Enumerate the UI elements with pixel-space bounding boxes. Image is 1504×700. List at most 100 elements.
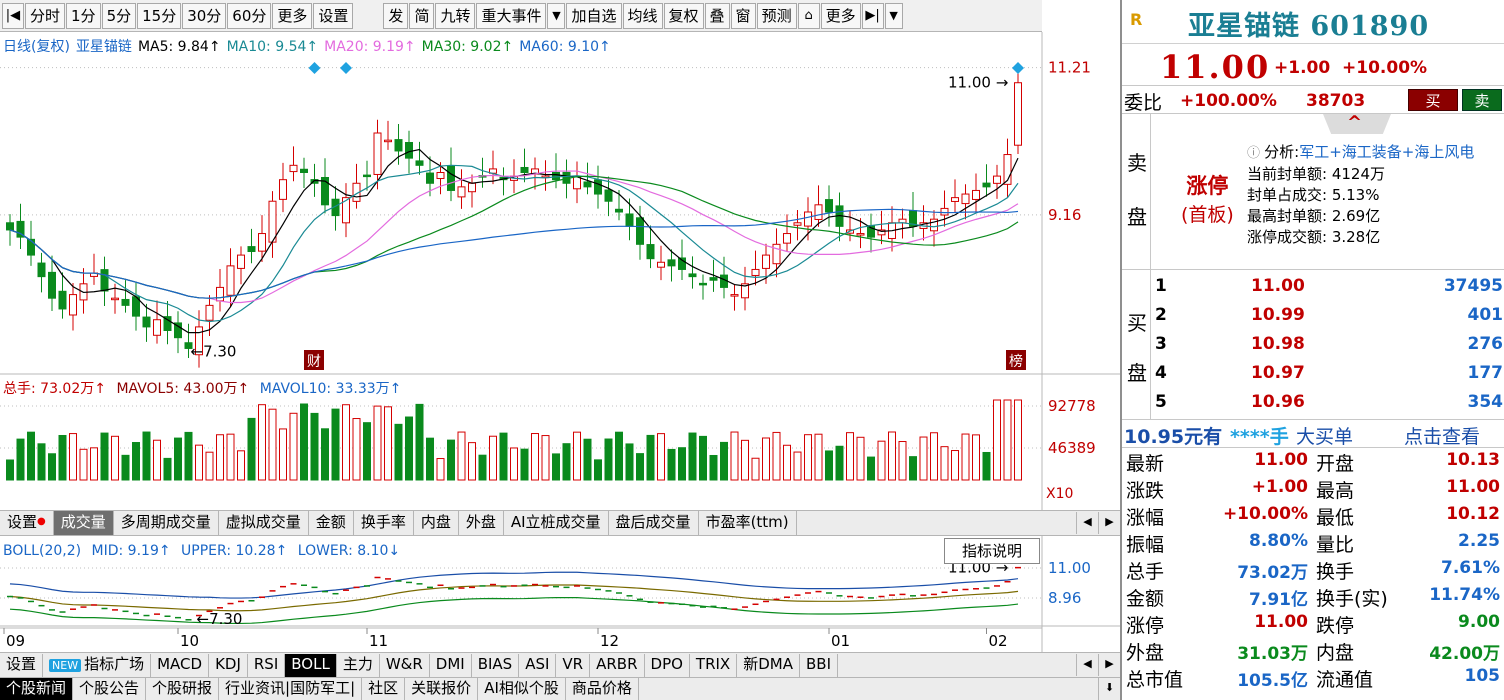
kline-chart-area[interactable]: 11.21 9.16 92778 46389 X10 11.00 8.96 11.00 → ←7… xyxy=(0,32,1120,652)
btn-more-periods[interactable]: 更多 xyxy=(272,2,313,29)
orderbook-row[interactable]: 4 10.97 177 xyxy=(1151,361,1504,388)
info-tab[interactable]: 行业资讯|国防军工| xyxy=(219,677,363,700)
candle-body xyxy=(520,166,529,174)
btn-forecast[interactable]: 预测 xyxy=(756,2,797,29)
volume-bar xyxy=(793,451,802,481)
skip-back-icon[interactable]: |◀ xyxy=(2,2,24,29)
expand-down-icon[interactable]: ⬇ xyxy=(1098,678,1120,700)
analysis-prefix: 分析: xyxy=(1264,143,1300,161)
indicator-selector-label: 设置 xyxy=(6,654,37,673)
btn-5min[interactable]: 5分 xyxy=(101,2,137,29)
btn-60min[interactable]: 60分 xyxy=(227,2,272,29)
scroll-left-icon[interactable]: ◀ xyxy=(1076,512,1098,534)
orderbook-row[interactable]: 5 10.96 354 xyxy=(1151,390,1504,417)
btn-ma-lines[interactable]: 均线 xyxy=(622,2,663,29)
info-tab[interactable]: 商品价格 xyxy=(566,677,639,700)
indicator-selector-tab[interactable]: BBI xyxy=(800,653,838,677)
indicator-selector-tab[interactable]: TRIX xyxy=(690,653,738,677)
info-tab[interactable]: AI相似个股 xyxy=(478,677,566,700)
indicator-tab[interactable]: 成交量 xyxy=(53,511,114,535)
btn-fenshi[interactable]: 分时 xyxy=(25,2,66,29)
btn-add-watch[interactable]: 加自选 xyxy=(566,2,622,29)
orderbook-row[interactable]: 1 11.00 37495 xyxy=(1151,274,1504,301)
info-tab[interactable]: 社区 xyxy=(362,677,406,700)
analysis-tags[interactable]: 军工+海工装备+海上风电 xyxy=(1299,143,1474,161)
indicator-selector-tab[interactable]: W&R xyxy=(380,653,430,677)
info-tab[interactable]: 个股新闻 xyxy=(0,677,74,700)
info-tab[interactable]: 关联报价 xyxy=(405,677,479,700)
orderbook-price: 11.00 xyxy=(1251,276,1305,296)
btn-major-events[interactable]: 重大事件 xyxy=(476,2,547,29)
btn-jian[interactable]: 简 xyxy=(409,2,435,29)
boll-name: BOLL(20,2) xyxy=(3,543,82,559)
indicator-tab[interactable]: 金额 xyxy=(309,511,354,535)
indicator-selector-tab[interactable]: BOLL xyxy=(285,653,337,677)
indicator-selector-label: RSI xyxy=(253,654,279,673)
info-tab[interactable]: 个股公告 xyxy=(73,677,147,700)
orderbook-row[interactable]: 2 10.99 401 xyxy=(1151,303,1504,330)
scroll-left-icon[interactable]: ◀ xyxy=(1076,654,1098,676)
scroll-right-icon[interactable]: ▶ xyxy=(1098,512,1120,534)
indicator-selector-tab[interactable]: DPO xyxy=(645,653,690,677)
volume-bar xyxy=(58,434,67,481)
chevron-down-icon[interactable]: ▼ xyxy=(884,2,903,29)
indicator-explain-button[interactable]: 指标说明 xyxy=(944,538,1040,564)
quote-label: 最高 xyxy=(1316,480,1355,502)
indicator-selector-tab[interactable]: VR xyxy=(556,653,591,677)
candle-body xyxy=(153,319,161,336)
chevron-down-icon[interactable]: ▼ xyxy=(547,2,566,29)
quote-label: 最新 xyxy=(1126,453,1165,475)
btn-fuquan[interactable]: 复权 xyxy=(663,2,704,29)
btn-settings[interactable]: 设置 xyxy=(313,2,354,29)
candle-body xyxy=(667,259,676,267)
chevron-up-icon[interactable]: ^ xyxy=(1347,112,1362,133)
indicator-tab[interactable]: 设置● xyxy=(0,511,54,535)
indicator-selector-tab[interactable]: 设置 xyxy=(0,653,44,677)
orderbook-row[interactable]: 3 10.98 276 xyxy=(1151,332,1504,359)
indicator-tab[interactable]: AI立桩成交量 xyxy=(504,511,609,535)
ma-line xyxy=(9,148,1019,334)
indicator-tab[interactable]: 多周期成交量 xyxy=(114,511,219,535)
indicator-tab[interactable]: 外盘 xyxy=(459,511,504,535)
btn-15min[interactable]: 15分 xyxy=(137,2,182,29)
indicator-selector-tab[interactable]: 主力 xyxy=(337,653,380,677)
indicator-selector-tab[interactable]: DMI xyxy=(430,653,472,677)
indicator-selector-tab[interactable]: BIAS xyxy=(472,653,520,677)
volume-bar xyxy=(6,459,14,481)
info-tab[interactable]: 个股研报 xyxy=(146,677,220,700)
indicator-tab[interactable]: 换手率 xyxy=(354,511,414,535)
indicator-selector-tab[interactable]: RSI xyxy=(248,653,286,677)
sell-inner: ^ 涨停 (首板) ⓘ 分析:军工+海工装备+海上风电 当前封单额: 4124万… xyxy=(1150,112,1504,269)
indicator-selector-tab[interactable]: ARBR xyxy=(590,653,645,677)
scroll-right-icon[interactable]: ▶ xyxy=(1098,654,1120,676)
big-order-bar[interactable]: 10.95元有 ****手 大买单 点击查看 xyxy=(1122,420,1504,448)
btn-overlay[interactable]: 叠 xyxy=(704,2,730,29)
candle-body xyxy=(426,172,434,184)
indicator-tab[interactable]: 市盈率(ttm) xyxy=(699,511,797,535)
indicator-tab[interactable]: 内盘 xyxy=(414,511,459,535)
indicator-selector-tab[interactable]: KDJ xyxy=(209,653,248,677)
volume-bar xyxy=(751,457,760,481)
btn-fa[interactable]: 发 xyxy=(383,2,409,29)
indicator-tab[interactable]: 盘后成交量 xyxy=(609,511,699,535)
candle-body xyxy=(594,179,602,195)
indicator-selector-tab[interactable]: 新DMA xyxy=(737,653,800,677)
big-order-view-link[interactable]: 点击查看 xyxy=(1404,422,1480,449)
indicator-selector-tab[interactable]: ASI xyxy=(519,653,557,677)
skip-forward-icon[interactable]: ▶| xyxy=(861,2,884,29)
btn-1min[interactable]: 1分 xyxy=(66,2,101,29)
indicator-selector-tab[interactable]: MACD xyxy=(151,653,210,677)
btn-jiuzhuan[interactable]: 九转 xyxy=(435,2,476,29)
boll-mid: MID: 9.19↑ xyxy=(91,543,171,559)
volume-bar xyxy=(510,447,518,481)
btn-window[interactable]: 窗 xyxy=(730,2,756,29)
volume-bar xyxy=(268,408,277,481)
sell-button[interactable]: 卖 xyxy=(1462,89,1502,111)
btn-more[interactable]: 更多 xyxy=(820,2,861,29)
indicator-tab[interactable]: 虚拟成交量 xyxy=(219,511,309,535)
quote-panel: R 亚星锚链 601890 11.00 +1.00 +10.00% 委比 +10… xyxy=(1120,0,1504,700)
buy-button[interactable]: 买 xyxy=(1408,89,1458,111)
indicator-selector-tab[interactable]: NEW 指标广场 xyxy=(43,653,152,677)
lock-icon[interactable]: ⌂ xyxy=(797,2,820,29)
btn-30min[interactable]: 30分 xyxy=(182,2,227,29)
